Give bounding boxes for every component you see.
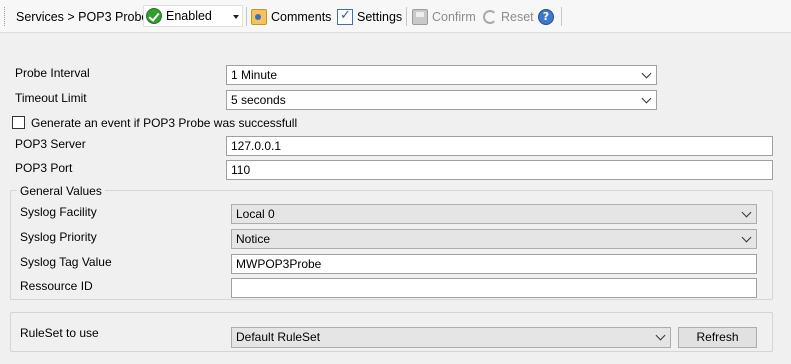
syslog-priority-select[interactable]: Notice	[231, 229, 757, 249]
pop3-port-label: POP3 Port	[15, 161, 73, 175]
syslog-tag-input[interactable]: MWPOP3Probe	[231, 254, 757, 274]
confirm-button[interactable]: Confirm	[412, 0, 476, 33]
reset-label: Reset	[501, 9, 534, 24]
ruleset-value: Default RuleSet	[236, 330, 321, 344]
syslog-facility-select[interactable]: Local 0	[231, 204, 757, 224]
resource-id-label: Ressource ID	[20, 279, 93, 293]
generate-event-label: Generate an event if POP3 Probe was succ…	[31, 116, 298, 130]
breadcrumb: Services > POP3 Probe	[16, 0, 148, 33]
reset-button[interactable]: Reset	[483, 0, 534, 33]
probe-interval-value: 1 Minute	[231, 68, 278, 82]
comments-button[interactable]: Comments	[251, 0, 331, 33]
toolbar-separator	[246, 7, 247, 26]
resource-id-input[interactable]	[231, 278, 757, 298]
syslog-tag-value: MWPOP3Probe	[236, 257, 322, 271]
check-circle-icon	[146, 8, 162, 24]
probe-interval-select[interactable]: 1 Minute	[226, 65, 657, 85]
pop3-server-input[interactable]: 127.0.0.1	[226, 136, 773, 156]
syslog-facility-label: Syslog Facility	[20, 205, 97, 219]
dropdown-arrow-icon	[233, 15, 239, 19]
chevron-down-icon	[655, 330, 666, 341]
pop3-server-value: 127.0.0.1	[231, 139, 282, 153]
timeout-limit-label: Timeout Limit	[15, 91, 87, 105]
breadcrumb-text: Services > POP3 Probe	[16, 9, 149, 24]
ruleset-select[interactable]: Default RuleSet	[231, 327, 671, 348]
comments-icon	[251, 8, 267, 25]
comments-label: Comments	[271, 9, 332, 24]
settings-button[interactable]: Settings	[337, 0, 402, 33]
settings-label: Settings	[357, 9, 403, 24]
chevron-down-icon	[641, 68, 652, 79]
chevron-down-icon	[641, 93, 652, 104]
toolbar-separator	[406, 7, 407, 26]
generate-event-checkbox[interactable]	[12, 116, 25, 129]
settings-checklist-icon	[337, 8, 353, 25]
syslog-priority-label: Syslog Priority	[20, 230, 97, 244]
general-values-title: General Values	[17, 184, 105, 198]
toolbar-grip[interactable]	[4, 7, 7, 26]
timeout-limit-value: 5 seconds	[231, 93, 286, 107]
probe-interval-label: Probe Interval	[15, 66, 90, 80]
help-icon: ?	[538, 8, 554, 25]
reset-arrow-icon	[483, 9, 497, 24]
refresh-button[interactable]: Refresh	[678, 327, 757, 348]
ruleset-label: RuleSet to use	[20, 326, 99, 340]
status-value: Enabled	[166, 9, 212, 23]
confirm-label: Confirm	[432, 9, 476, 24]
pop3-port-value: 110	[231, 163, 251, 177]
timeout-limit-select[interactable]: 5 seconds	[226, 90, 657, 110]
chevron-down-icon	[741, 232, 752, 243]
pop3-port-input[interactable]: 110	[226, 160, 773, 180]
syslog-facility-value: Local 0	[236, 207, 275, 221]
status-dropdown[interactable]: Enabled	[143, 5, 243, 27]
help-button[interactable]: ?	[538, 0, 554, 33]
chevron-down-icon	[741, 207, 752, 218]
toolbar-separator	[561, 7, 562, 26]
syslog-tag-label: Syslog Tag Value	[20, 255, 112, 269]
syslog-priority-value: Notice	[236, 232, 271, 246]
save-disk-icon	[412, 8, 428, 25]
toolbar: Services > POP3 Probe Enabled Comments S…	[0, 0, 791, 33]
pop3-server-label: POP3 Server	[15, 137, 86, 151]
